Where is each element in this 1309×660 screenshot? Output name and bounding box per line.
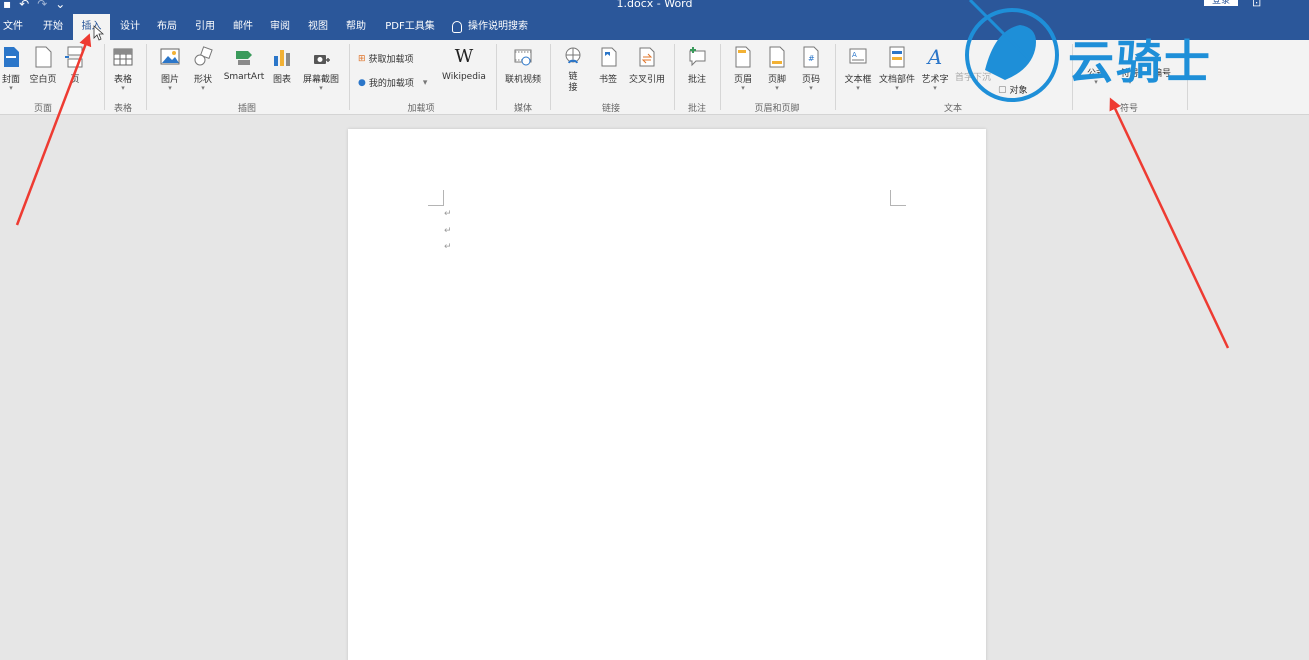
quick-parts-button[interactable]: 文档部件 ▾ (877, 44, 917, 92)
group-label-tables: 表格 (113, 104, 132, 114)
cover-page-button[interactable]: 封面 ▾ (0, 44, 22, 92)
svg-text:A: A (852, 51, 857, 59)
screenshot-button[interactable]: 屏幕截图 ▾ (300, 44, 342, 92)
tab-help[interactable]: 帮助 (340, 14, 372, 40)
bookmark-button[interactable]: 书签 (594, 44, 622, 85)
page-break-button[interactable]: 页 (64, 44, 86, 85)
margin-corner-top-right (890, 190, 906, 206)
wordart-icon: A (927, 45, 943, 69)
group-separator (349, 44, 350, 110)
paragraph-mark: ↵ (444, 209, 452, 219)
tab-pdf-tools[interactable]: PDF工具集 (380, 14, 440, 40)
tab-review[interactable]: 审阅 (264, 14, 296, 40)
store-icon: ⊞ (358, 53, 366, 64)
ribbon-display-icon[interactable]: ⊡ (1252, 0, 1261, 9)
table-icon (113, 48, 133, 66)
picture-icon (160, 48, 180, 65)
group-label-symbols: 符号 (1119, 104, 1138, 114)
bookmark-icon (601, 47, 617, 67)
watermark-text: 云骑士 (1068, 35, 1212, 89)
header-button[interactable]: 页眉 ▾ (730, 44, 756, 92)
chart-button[interactable]: 图表 (270, 44, 294, 85)
arrow-to-equation (1109, 97, 1230, 349)
text-box-button[interactable]: A 文本框 ▾ (842, 44, 874, 92)
tab-references[interactable]: 引用 (189, 14, 221, 40)
group-label-media: 媒体 (513, 104, 532, 114)
comment-icon (689, 47, 706, 67)
page-number-button[interactable]: # 页码 ▾ (798, 44, 824, 92)
tab-layout[interactable]: 布局 (151, 14, 183, 40)
group-label-illustrations: 插图 (237, 104, 256, 114)
object-button[interactable]: ▢ 对象 (998, 83, 1028, 97)
tab-mailings[interactable]: 邮件 (227, 14, 259, 40)
smartart-button[interactable]: SmartArt (222, 44, 266, 82)
page-number-icon: # (803, 46, 819, 68)
group-label-comments: 批注 (687, 104, 706, 114)
group-label-addins: 加载项 (407, 104, 435, 114)
group-separator (104, 44, 105, 110)
get-addins-button[interactable]: ⊞ 获取加载项 (358, 52, 414, 66)
page-break-icon (65, 46, 83, 68)
group-separator (550, 44, 551, 110)
tell-me-search[interactable]: 操作说明搜索 (452, 14, 542, 40)
wikipedia-icon: W (454, 46, 474, 67)
tab-design[interactable]: 设计 (114, 14, 146, 40)
group-separator (720, 44, 721, 110)
chart-icon (274, 50, 290, 66)
cross-reference-button[interactable]: 交叉引用 (626, 44, 668, 85)
link-button[interactable]: 链 接 (560, 44, 586, 94)
wordart-button[interactable]: A 艺术字 ▾ (919, 44, 951, 92)
smartart-icon (236, 51, 252, 65)
shapes-button[interactable]: 形状 ▾ (190, 44, 216, 92)
window-title: 1.docx - Word (616, 0, 693, 10)
lightbulb-icon (452, 21, 462, 33)
object-icon: ▢ (998, 84, 1007, 95)
tab-view[interactable]: 视图 (302, 14, 334, 40)
footer-icon (769, 46, 785, 68)
quick-parts-icon (889, 46, 905, 68)
margin-corner-top-left (428, 190, 444, 206)
cross-reference-icon (639, 47, 655, 67)
group-label-pages: 页面 (33, 104, 52, 114)
new-comment-button[interactable]: 批注 (684, 44, 710, 85)
group-label-links: 链接 (601, 104, 620, 114)
tell-me-label: 操作说明搜索 (468, 21, 528, 32)
tab-file[interactable]: 文件 (0, 14, 26, 40)
online-video-button[interactable]: 联机视频 (502, 44, 544, 85)
addins-icon: ● (358, 77, 366, 88)
link-icon (565, 47, 581, 64)
online-video-icon (514, 49, 532, 66)
svg-text:#: # (808, 54, 815, 63)
blank-page-button[interactable]: 空白页 (28, 44, 58, 85)
group-separator (835, 44, 836, 110)
tab-insert[interactable]: 插入 (73, 14, 110, 40)
tab-home[interactable]: 开始 (36, 14, 70, 40)
shapes-icon (194, 46, 213, 66)
picture-button[interactable]: 图片 ▾ (157, 44, 183, 92)
paragraph-mark: ↵ (444, 242, 452, 252)
footer-button[interactable]: 页脚 ▾ (764, 44, 790, 92)
text-box-icon: A (849, 48, 867, 64)
cover-page-icon (4, 47, 19, 67)
wikipedia-button[interactable]: W Wikipedia (440, 44, 488, 82)
document-page[interactable]: ↵ ↵ ↵ (348, 129, 986, 660)
group-separator (674, 44, 675, 110)
chevron-down-icon: ▾ (422, 77, 428, 88)
group-label-text: 文本 (943, 104, 962, 114)
paragraph-mark: ↵ (444, 226, 452, 236)
header-icon (735, 46, 751, 68)
drop-cap-button: 首字下沉 (954, 73, 991, 83)
blank-page-icon (35, 46, 52, 68)
group-label-header-footer: 页眉和页脚 (754, 104, 800, 114)
title-bar: ▪ ↶ ↷ ⌄ 1.docx - Word 登录 ⊡ (0, 0, 1309, 14)
group-separator (496, 44, 497, 110)
camera-icon (314, 55, 330, 64)
my-addins-button[interactable]: ● 我的加载项 ▾ (358, 76, 428, 90)
table-button[interactable]: 表格 ▾ (110, 44, 136, 92)
sign-in-button[interactable]: 登录 (1204, 0, 1238, 6)
group-separator (146, 44, 147, 110)
